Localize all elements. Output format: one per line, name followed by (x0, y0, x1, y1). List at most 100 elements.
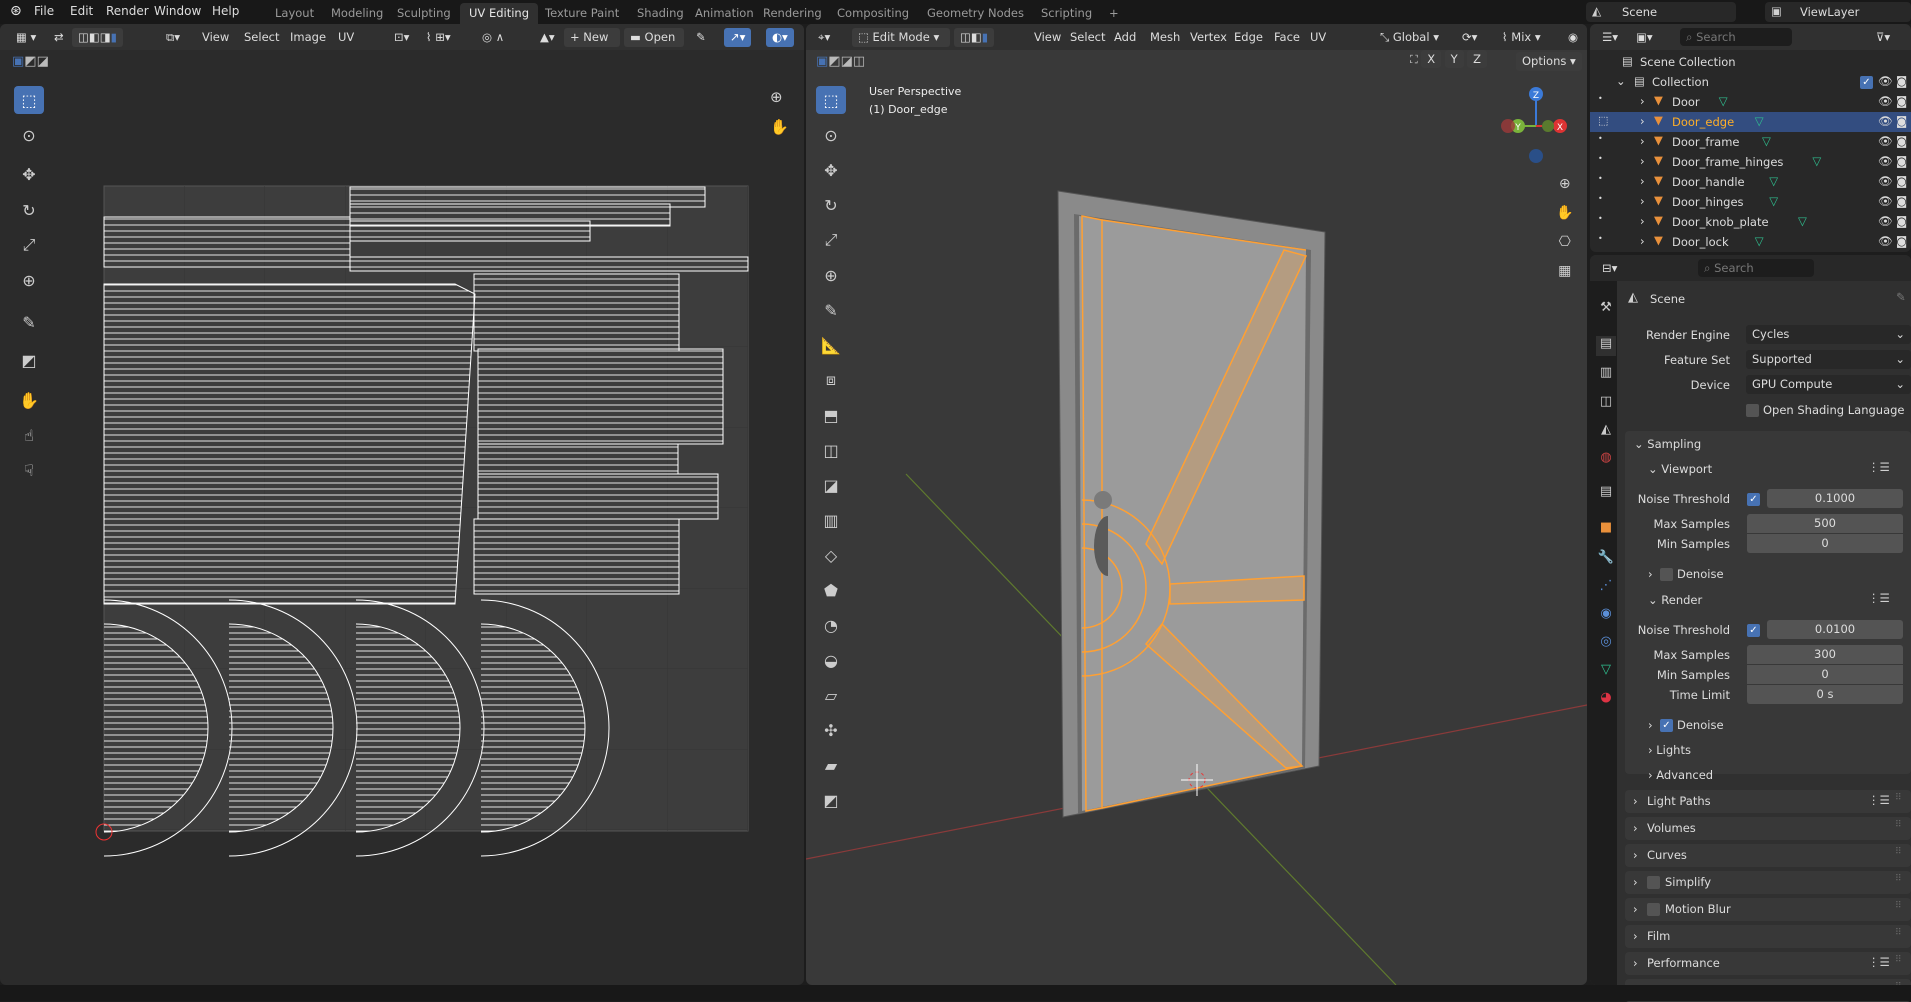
workspace-tab-texture-paint[interactable]: Texture Paint (536, 3, 628, 24)
eye-icon[interactable]: 👁 (1878, 194, 1893, 208)
volumes-panel[interactable]: › Volumes ⠿ (1625, 817, 1911, 840)
outliner-item-door_frame_hinges[interactable]: • › ▼ Door_frame_hinges ▽ 👁 ◙ (1590, 152, 1911, 172)
edge-slide-tool-icon[interactable]: ▱ (816, 681, 846, 709)
world-properties-tab-icon[interactable]: ◍ (1596, 450, 1616, 470)
blender-logo-icon[interactable]: ⊛ (10, 3, 22, 19)
eye-icon[interactable]: 👁 (1878, 214, 1893, 228)
eye-icon[interactable]: 👁 (1878, 94, 1893, 108)
editor-type-icon[interactable]: ☰▾ (1596, 28, 1624, 47)
simplify-panel[interactable]: › Simplify ⠿ (1625, 871, 1911, 894)
viewport-subpanel-header[interactable]: ⌄ Viewport (1648, 462, 1712, 476)
render-noise-threshold-checkbox[interactable]: ✓ (1747, 624, 1760, 637)
chevron-right-icon[interactable]: › (1640, 134, 1645, 148)
curves-panel[interactable]: › Curves ⠿ (1625, 844, 1911, 867)
mesh-data-icon[interactable]: ▽ (1812, 154, 1821, 168)
add-cube-tool-icon[interactable]: ⧈ (816, 366, 846, 394)
drag-handle-icon[interactable]: ⠿ (1895, 874, 1902, 884)
workspace-tab-scripting[interactable]: Scripting (1032, 3, 1101, 24)
filter-icon[interactable]: ⊽▾ (1870, 28, 1896, 47)
rotate-tool-icon[interactable]: ↻ (14, 196, 44, 224)
camera-icon[interactable]: ◙ (1896, 114, 1907, 128)
render-noise-threshold-field[interactable]: 0.0100 (1767, 620, 1903, 639)
viewport-noise-threshold-field[interactable]: 0.1000 (1767, 489, 1903, 508)
render-denoise-subpanel[interactable]: › (1648, 718, 1653, 732)
chevron-right-icon[interactable]: › (1640, 194, 1645, 208)
outliner-search-input[interactable]: ⌕ Search (1680, 28, 1792, 46)
workspace-tab-shading[interactable]: Shading (628, 3, 693, 24)
camera-icon[interactable]: ◙ (1896, 154, 1907, 168)
uv-editor[interactable]: ▦ ▾ ⇄ ◫◧◨▮ ⧉▾ View Select Image UV ⊡▾ ⌇ ⊞▾ … (0, 24, 804, 985)
cursor-tool-icon[interactable]: ⊙ (14, 121, 44, 149)
pan-hand-icon[interactable]: ✋ (1556, 199, 1573, 228)
film-panel[interactable]: › Film ⠿ (1625, 925, 1911, 948)
knife-tool-icon[interactable]: ◇ (816, 541, 846, 569)
drag-handle-icon[interactable]: ⠿ (1895, 820, 1902, 830)
camera-icon[interactable]: ◙ (1896, 94, 1907, 108)
render-time-limit-field[interactable]: 0 s (1747, 685, 1903, 704)
zoom-icon[interactable]: ⊕ (1556, 170, 1573, 199)
rip-tool-icon[interactable]: ◩ (816, 786, 846, 814)
cursor-tool-icon[interactable]: ⊙ (816, 121, 846, 149)
lights-subpanel-header[interactable]: › Lights (1648, 743, 1691, 757)
menu-edit[interactable]: Edit (70, 4, 93, 18)
workspace-tab-geometry-nodes[interactable]: Geometry Nodes (918, 3, 1033, 24)
mesh-data-icon[interactable]: ▽ (1798, 214, 1807, 228)
display-mode-icon[interactable]: ▣▾ (1630, 28, 1659, 47)
perspective-grid-icon[interactable]: ▦ (1556, 257, 1573, 286)
measure-tool-icon[interactable]: 📐 (816, 331, 846, 359)
camera-icon[interactable]: ◙ (1896, 214, 1907, 228)
outliner-item-door_knob_plate[interactable]: • › ▼ Door_knob_plate ▽ 👁 ◙ (1590, 212, 1911, 232)
feature-set-dropdown[interactable]: Supported ⌄ (1746, 350, 1911, 369)
transform-tool-icon[interactable]: ⊕ (816, 261, 846, 289)
outliner-collection[interactable]: ⌄ ▤ Collection ✓ 👁 ◙ (1590, 72, 1911, 92)
presets-list-icon[interactable]: ⋮☰ (1868, 955, 1890, 969)
zoom-icon[interactable]: ⊕ (770, 88, 783, 106)
move-tool-icon[interactable]: ✥ (816, 156, 846, 184)
select-box-tool-icon[interactable]: ⬚ (816, 86, 846, 114)
workspace-tab-modeling[interactable]: Modeling (322, 3, 392, 24)
particles-properties-tab-icon[interactable]: ⋰ (1596, 578, 1616, 598)
chevron-right-icon[interactable]: › (1640, 174, 1645, 188)
relax-tool-icon[interactable]: ☝ (14, 421, 44, 449)
annotate-tool-icon[interactable]: ✎ (14, 308, 44, 336)
eye-icon[interactable]: 👁 (1878, 74, 1893, 88)
viewport-min-samples-field[interactable]: 0 (1747, 534, 1903, 553)
eye-icon[interactable]: 👁 (1878, 154, 1893, 168)
loop-cut-tool-icon[interactable]: ▥ (816, 506, 846, 534)
render-subpanel-header[interactable]: ⌄ Render (1648, 593, 1702, 607)
outliner-item-door_lock[interactable]: • › ▼ Door_lock ▽ 👁 ◙ (1590, 232, 1911, 252)
exclude-checkbox[interactable]: ✓ (1860, 76, 1873, 89)
workspace-tab-animation[interactable]: Animation (686, 3, 763, 24)
select-box-tool-icon[interactable]: ⬚ (14, 86, 44, 114)
rip-region-tool-icon[interactable]: ◩ (14, 346, 44, 374)
mesh-data-icon[interactable]: ▽ (1755, 234, 1764, 248)
properties-search-input[interactable]: ⌕ Search (1698, 259, 1814, 277)
drag-handle-icon[interactable]: ⠿ (1895, 847, 1902, 857)
advanced-subpanel-header[interactable]: › Advanced (1648, 768, 1713, 782)
menu-window[interactable]: Window (154, 4, 201, 18)
render-min-samples-field[interactable]: 0 (1747, 665, 1903, 684)
gizmo-x-label[interactable]: X (1557, 123, 1563, 133)
shear-tool-icon[interactable]: ▰ (816, 751, 846, 779)
pin-icon[interactable]: ✎ (1896, 290, 1906, 304)
scene-selector[interactable]: ◭ Scene (1586, 2, 1736, 22)
viewport-canvas[interactable]: Z X Y (806, 24, 1587, 985)
chevron-right-icon[interactable]: › (1640, 114, 1645, 128)
chevron-down-icon[interactable]: ⌄ (1616, 74, 1626, 88)
mesh-data-icon[interactable]: ▽ (1719, 94, 1728, 108)
sampling-panel-header[interactable]: ⌄ Sampling (1634, 437, 1701, 451)
mesh-data-icon[interactable]: ▽ (1769, 174, 1778, 188)
viewport-max-samples-field[interactable]: 500 (1747, 514, 1903, 533)
view-layer-properties-tab-icon[interactable]: ◫ (1596, 394, 1616, 414)
drag-handle-icon[interactable]: ⠿ (1895, 901, 1902, 911)
chevron-right-icon[interactable]: › (1640, 234, 1645, 248)
light-paths-panel[interactable]: › Light Paths ⋮☰ ⠿ (1625, 790, 1911, 813)
mesh-data-icon[interactable]: ▽ (1755, 114, 1764, 128)
viewport-denoise-checkbox[interactable] (1660, 568, 1673, 581)
scale-tool-icon[interactable]: ⤢ (816, 226, 846, 254)
osl-checkbox[interactable] (1746, 404, 1759, 417)
chevron-right-icon[interactable]: › (1640, 154, 1645, 168)
pan-hand-icon[interactable]: ✋ (770, 118, 789, 136)
render-engine-dropdown[interactable]: Cycles ⌄ (1746, 325, 1911, 344)
extrude-tool-icon[interactable]: ⬒ (816, 401, 846, 429)
